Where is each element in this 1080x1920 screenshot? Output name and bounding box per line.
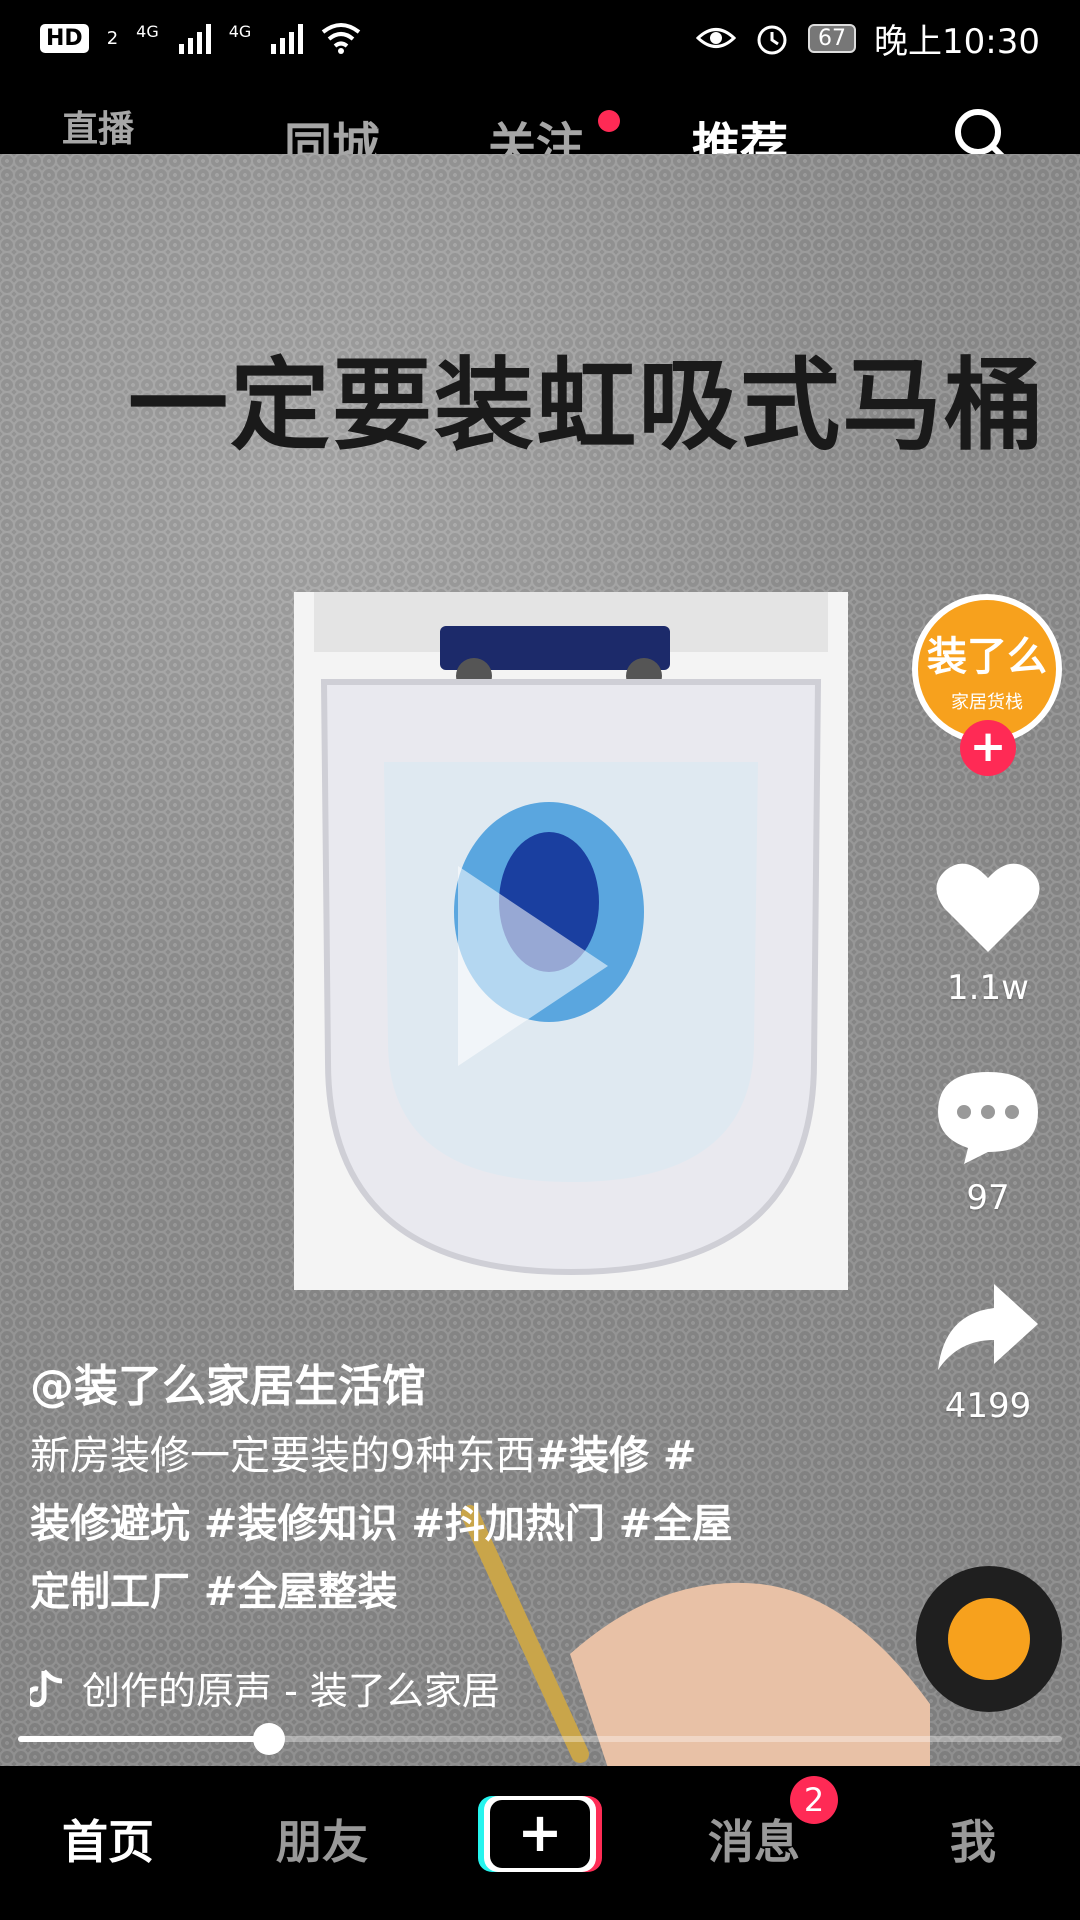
comment-count: 97 (966, 1178, 1010, 1218)
eye-icon (696, 28, 737, 48)
author-name[interactable]: @装了么家居生活馆 (30, 1350, 426, 1414)
network-type-2: 4G (228, 22, 252, 41)
hashtag-line-2[interactable]: 装修避坑 #装修知识 #抖加热门 #全屋 (30, 1501, 732, 1547)
music-info[interactable]: 创作的原声 - 装了么家居 (30, 1660, 500, 1715)
signal-2-icon (271, 22, 304, 54)
heart-icon (936, 863, 1040, 952)
hashtag-line-1[interactable]: #装修 # (535, 1433, 696, 1479)
message-badge: 2 (790, 1776, 838, 1824)
music-title: 创作的原声 - 装了么家居 (82, 1669, 500, 1713)
tab-messages[interactable]: 消息 (708, 1806, 800, 1872)
create-button[interactable]: + (484, 1796, 596, 1872)
tab-home[interactable]: 首页 (62, 1806, 154, 1872)
disc-cover (948, 1598, 1030, 1680)
video-headline: 一定要装虹吸式马桶 (128, 347, 1046, 464)
clock: 晚上10:30 (874, 21, 1040, 62)
comment-icon (938, 1072, 1038, 1164)
follow-notification-dot (598, 110, 620, 132)
status-bar: HD 2 4G 4G 67 晚上10:30 (0, 0, 1080, 76)
share-count: 4199 (944, 1386, 1032, 1426)
like-button[interactable]: 1.1w (920, 856, 1056, 1008)
bottom-tab-bar: 首页 朋友 + 消息 2 我 (0, 1766, 1080, 1920)
progress-knob[interactable] (252, 1723, 285, 1755)
progress-fill (18, 1736, 269, 1742)
like-count: 1.1w (947, 968, 1029, 1008)
music-disc[interactable] (916, 1566, 1062, 1712)
network-type-1: 4G (136, 22, 159, 41)
tab-me[interactable]: 我 (950, 1806, 996, 1872)
battery-icon: 67 (808, 23, 857, 53)
tab-live[interactable]: 直播 (62, 100, 135, 158)
tab-live-label: 直播 (62, 109, 135, 150)
hashtag-line-3[interactable]: 定制工厂 #全屋整装 (30, 1569, 397, 1615)
sim-indicator: 2 (106, 27, 119, 49)
music-note-icon (30, 1668, 63, 1707)
avatar-text: 家居货栈 (951, 692, 1023, 713)
plus-icon: + (490, 1800, 590, 1868)
share-icon (938, 1284, 1038, 1370)
wifi-icon (322, 23, 361, 54)
share-button[interactable]: 4199 (920, 1274, 1056, 1426)
avatar-logo-icon: 装了么 (927, 634, 1047, 680)
tab-friends[interactable]: 朋友 (276, 1806, 368, 1872)
hd-icon: HD (40, 23, 89, 53)
status-left: HD 2 4G 4G (40, 22, 361, 54)
play-icon[interactable] (458, 866, 608, 1066)
top-nav: 直播 同城 关注 推荐 (0, 76, 1080, 190)
status-right: 67 晚上10:30 (696, 14, 1040, 63)
alarm-icon (757, 25, 787, 55)
desc-text: 新房装修一定要装的9种东西 (30, 1433, 536, 1479)
comment-button[interactable]: 97 (920, 1066, 1056, 1218)
progress-bar[interactable] (18, 1723, 1062, 1755)
post-description[interactable]: 新房装修一定要装的9种东西#装修 # 装修避坑 #装修知识 #抖加热门 #全屋 … (30, 1422, 800, 1626)
follow-button[interactable]: + (960, 720, 1016, 776)
signal-1-icon (178, 22, 211, 54)
